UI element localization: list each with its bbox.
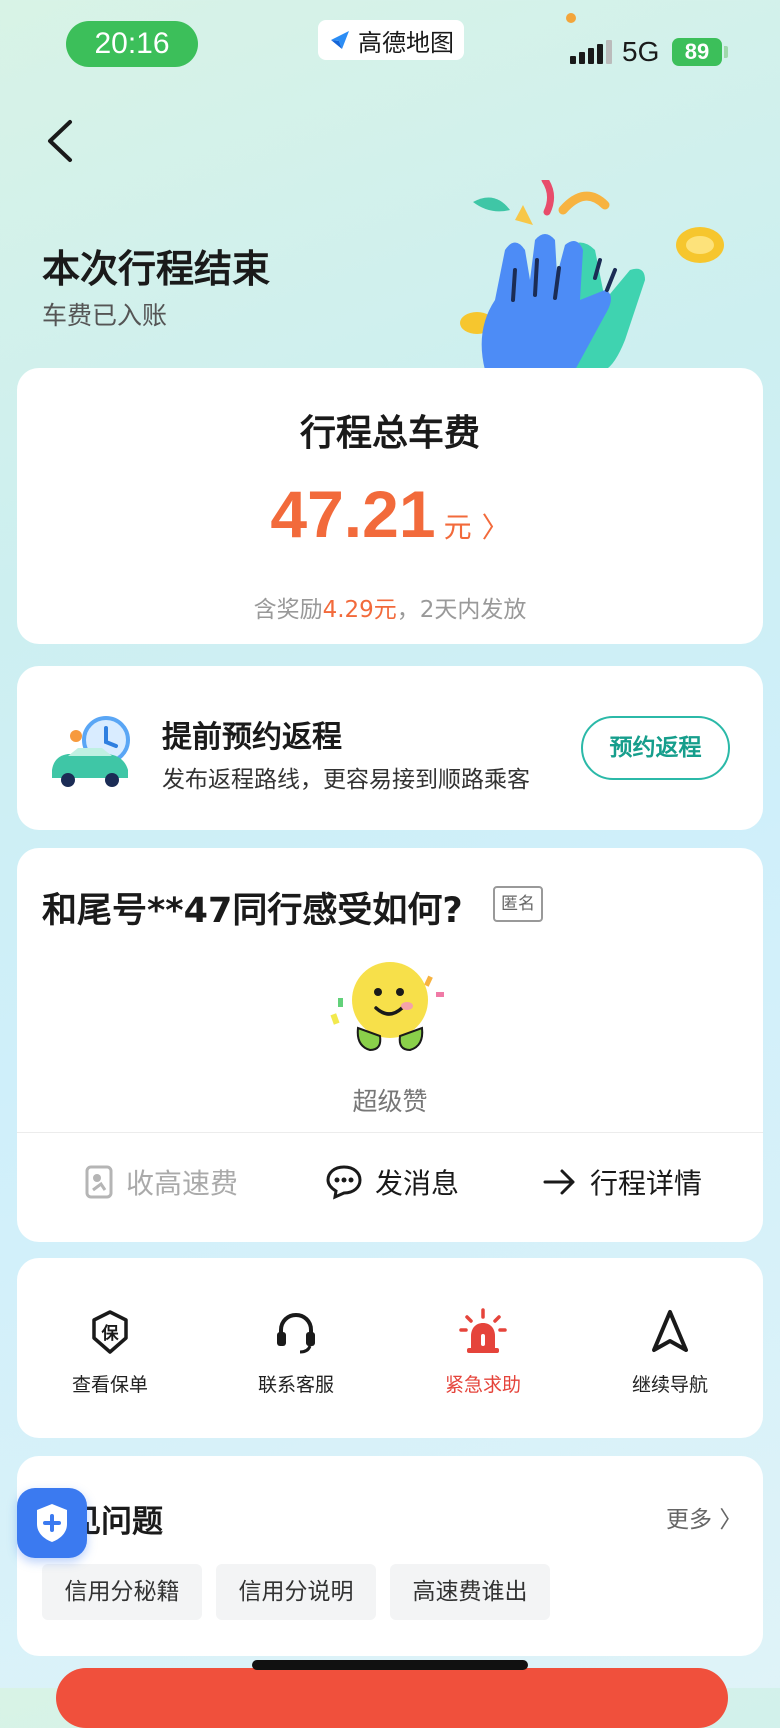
view-policy-button[interactable]: 保 查看保单 xyxy=(40,1308,180,1397)
toll-icon xyxy=(85,1165,113,1199)
battery-icon: 89 xyxy=(672,38,722,66)
super-like-emoji-icon[interactable] xyxy=(330,958,450,1058)
reward-note-suffix: ，2天内发放 xyxy=(396,597,527,623)
book-return-button[interactable]: 预约返程 xyxy=(581,716,730,780)
arrow-right-icon xyxy=(543,1169,575,1195)
car-clock-icon xyxy=(52,716,130,787)
chevron-right-icon: 〉 xyxy=(719,1507,743,1533)
fare-unit: 元 xyxy=(443,511,472,544)
page-subtitle: 车费已入账 xyxy=(42,301,168,330)
network-type: 5G xyxy=(622,36,660,67)
amap-logo-icon xyxy=(331,31,349,49)
fare-amount: 47.21 xyxy=(270,477,436,551)
return-trip-title: 提前预约返程 xyxy=(162,720,342,755)
headset-icon xyxy=(277,1312,315,1354)
siren-icon xyxy=(459,1308,507,1353)
chevron-right-icon: 〉 xyxy=(481,511,510,544)
status-time: 20:16 xyxy=(66,21,198,67)
app-name: 高德地图 xyxy=(358,28,454,57)
message-icon xyxy=(326,1165,362,1200)
fare-amount-link[interactable]: 47.21 元〉 xyxy=(0,476,780,552)
faq-more-link[interactable]: 更多 〉 xyxy=(666,1500,742,1534)
continue-navigation-button[interactable]: 继续导航 xyxy=(600,1308,740,1397)
shield-icon xyxy=(37,1504,67,1542)
reward-amount: 4.29元 xyxy=(322,597,397,623)
divider xyxy=(17,1132,763,1133)
home-indicator xyxy=(252,1660,528,1670)
svg-text:保: 保 xyxy=(101,1323,120,1344)
back-icon[interactable] xyxy=(40,116,80,166)
emergency-help-button[interactable]: 紧急求助 xyxy=(413,1308,553,1397)
faq-tag[interactable]: 信用分秘籍 xyxy=(42,1564,202,1620)
anonymous-badge: 匿名 xyxy=(493,886,543,922)
faq-tag[interactable]: 高速费谁出 xyxy=(390,1564,550,1620)
page-title: 本次行程结束 xyxy=(42,247,271,291)
faq-tag[interactable]: 信用分说明 xyxy=(216,1564,376,1620)
contact-support-label: 联系客服 xyxy=(257,1374,334,1396)
trip-details-label: 行程详情 xyxy=(590,1167,703,1200)
send-message-action[interactable]: 发消息 xyxy=(325,1162,459,1202)
high-five-illustration xyxy=(460,180,724,370)
toll-fee-label: 收高速费 xyxy=(126,1167,239,1200)
emergency-help-label: 紧急求助 xyxy=(444,1374,521,1396)
rating-question: 和尾号**47同行感受如何? xyxy=(42,891,463,931)
toll-fee-action[interactable]: 收高速费 xyxy=(84,1162,238,1202)
app-badge[interactable]: 高德地图 xyxy=(318,20,464,60)
faq-card xyxy=(17,1456,763,1656)
send-message-label: 发消息 xyxy=(375,1167,460,1200)
continue-navigation-label: 继续导航 xyxy=(631,1374,708,1396)
fare-title: 行程总车费 xyxy=(299,413,480,454)
privacy-dot xyxy=(566,13,576,23)
return-trip-description: 发布返程路线，更容易接到顺路乘客 xyxy=(162,767,530,793)
safety-shield-button[interactable] xyxy=(17,1488,87,1558)
navigation-icon xyxy=(652,1310,688,1352)
reward-note-prefix: 含奖励 xyxy=(253,597,323,623)
view-policy-label: 查看保单 xyxy=(71,1374,148,1396)
signal-icon xyxy=(570,40,612,64)
reward-note: 含奖励4.29元，2天内发放 xyxy=(0,590,780,624)
trip-details-action[interactable]: 行程详情 xyxy=(542,1162,702,1202)
faq-more-label: 更多 xyxy=(666,1507,712,1533)
emoji-label: 超级赞 xyxy=(352,1087,428,1116)
bottom-action-button[interactable] xyxy=(56,1668,728,1728)
battery-tip xyxy=(724,46,728,58)
insurance-icon: 保 xyxy=(92,1310,128,1354)
contact-support-button[interactable]: 联系客服 xyxy=(226,1308,366,1397)
